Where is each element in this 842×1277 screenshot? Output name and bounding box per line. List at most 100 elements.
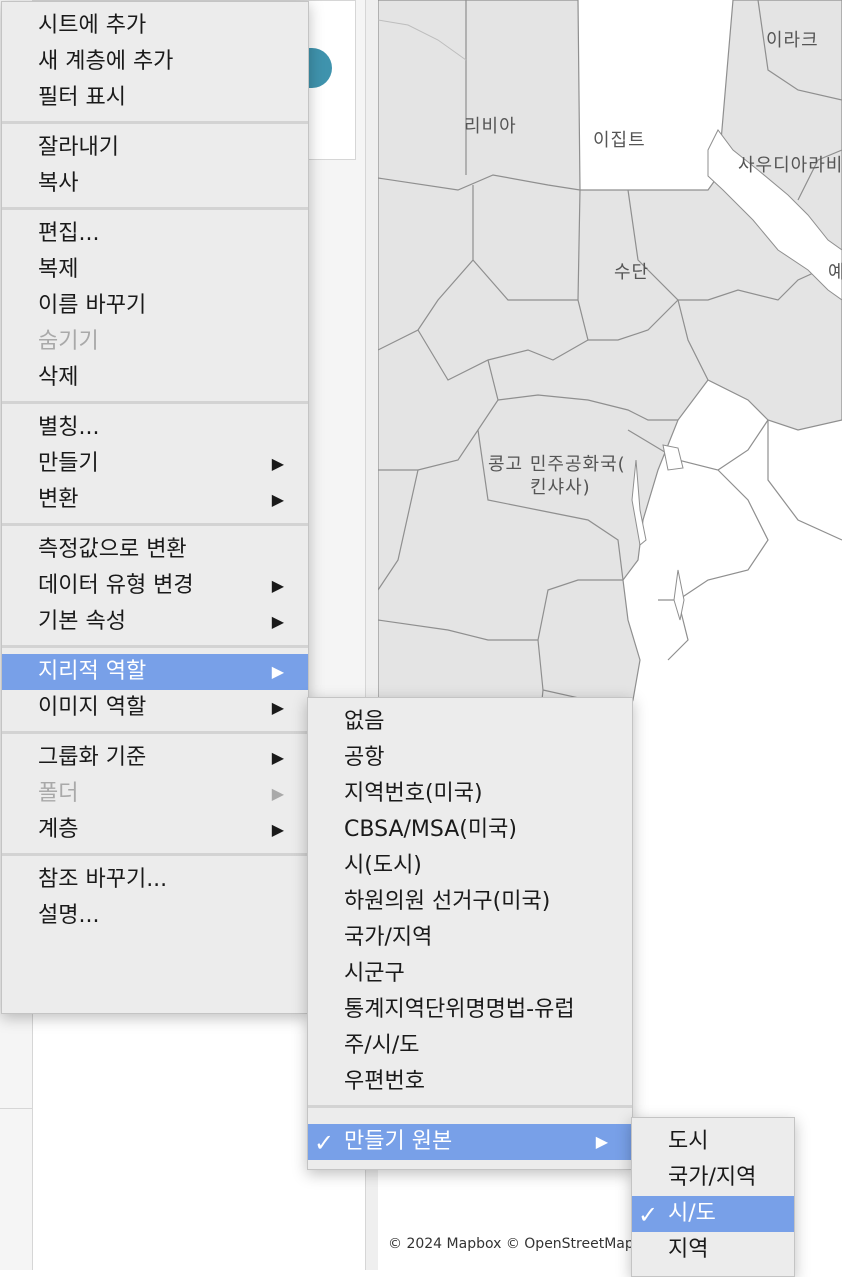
- context-menu: 시트에 추가새 계층에 추가필터 표시잘라내기복사편집... 복제이름 바꾸기숨기…: [1, 1, 309, 1014]
- menu-item-geo-0[interactable]: 없음: [308, 704, 632, 740]
- menu-item-label: 시트에 추가: [38, 13, 147, 38]
- menu-item-g7-0[interactable]: 참조 바꾸기...: [2, 862, 308, 898]
- menu-item-g5-0[interactable]: 지리적 역할 ▶: [2, 654, 308, 690]
- menu-item-g4-0[interactable]: 측정값으로 변환: [2, 532, 308, 568]
- menu-item-label: 공항: [344, 745, 385, 770]
- menu-item-label: 삭제: [38, 365, 79, 390]
- menu-item-label: 참조 바꾸기...: [38, 867, 168, 892]
- map-attribution[interactable]: © 2024 Mapbox © OpenStreetMap: [388, 1236, 634, 1252]
- menu-item-label: 기본 속성: [38, 609, 126, 634]
- menu-item-label: 설명...: [38, 903, 100, 928]
- menu-item-g2-1[interactable]: 복제: [2, 252, 308, 288]
- menu-item-label: 이름 바꾸기: [38, 293, 147, 318]
- checkmark-icon: ✓: [314, 1129, 335, 1157]
- menu-item-geo-7[interactable]: 시군구: [308, 956, 632, 992]
- menu-item-label: 주/시/도: [344, 1033, 420, 1058]
- menu-item-label: 복제: [38, 257, 79, 282]
- submenu-arrow-icon: ▶: [271, 454, 284, 473]
- menu-item-geo-5[interactable]: 하원의원 선거구(미국): [308, 884, 632, 920]
- menu-item-label: 필터 표시: [38, 85, 126, 110]
- menu-item-label: 데이터 유형 변경: [38, 573, 194, 598]
- menu-item-label: 별칭...: [38, 415, 100, 440]
- menu-item-geo-4[interactable]: 시(도시): [308, 848, 632, 884]
- menu-item-label: 복사: [38, 171, 79, 196]
- menu-item-g5-1[interactable]: 이미지 역할 ▶: [2, 690, 308, 726]
- submenu-arrow-icon: ▶: [271, 662, 284, 681]
- menu-item-g3-1[interactable]: 만들기 ▶: [2, 446, 308, 482]
- menu-item-g6-2[interactable]: 계층 ▶: [2, 812, 308, 848]
- menu-item-label: 숨기기: [38, 329, 99, 354]
- submenu-arrow-icon: ▶: [271, 748, 284, 767]
- menu-item-label: 없음: [344, 709, 385, 734]
- map-label-libya: 리비아: [464, 116, 517, 137]
- menu-item-g4-1[interactable]: 데이터 유형 변경 ▶: [2, 568, 308, 604]
- menu-item-label: 시(도시): [344, 853, 422, 878]
- map-label-saudi: 사우디아라비: [738, 155, 842, 176]
- menu-item-label: 하원의원 선거구(미국): [344, 889, 551, 914]
- menu-item-geo-10[interactable]: 우편번호: [308, 1064, 632, 1100]
- menu-separator: [308, 1100, 632, 1124]
- menu-item-created-3[interactable]: 지역: [632, 1232, 794, 1268]
- menu-item-label: 우편번호: [344, 1069, 425, 1094]
- lake-malawi: [673, 569, 685, 621]
- menu-item-g0-0[interactable]: 시트에 추가: [2, 8, 308, 44]
- menu-item-label: 지역: [668, 1237, 709, 1262]
- menu-separator: [2, 640, 308, 654]
- menu-item-created-from[interactable]: ✓ 만들기 원본 ▶: [308, 1124, 632, 1160]
- menu-separator: [2, 116, 308, 130]
- menu-item-geo-2[interactable]: 지역번호(미국): [308, 776, 632, 812]
- menu-separator: [2, 396, 308, 410]
- menu-item-g0-2[interactable]: 필터 표시: [2, 80, 308, 116]
- created-from-submenu: 도시국가/지역 ✓ 시/도지역: [631, 1117, 795, 1277]
- submenu-arrow-icon: ▶: [271, 490, 284, 509]
- menu-item-geo-3[interactable]: CBSA/MSA(미국): [308, 812, 632, 848]
- menu-item-geo-1[interactable]: 공항: [308, 740, 632, 776]
- menu-item-g1-0[interactable]: 잘라내기: [2, 130, 308, 166]
- menu-item-g2-3: 숨기기: [2, 324, 308, 360]
- menu-item-label: 만들기: [38, 451, 99, 476]
- menu-item-g7-1[interactable]: 설명...: [2, 898, 308, 934]
- menu-item-label: 지리적 역할: [38, 659, 147, 684]
- menu-item-created-0[interactable]: 도시: [632, 1124, 794, 1160]
- map-label-sudan: 수단: [614, 262, 650, 283]
- submenu-arrow-icon: ▶: [271, 576, 284, 595]
- menu-item-label: 만들기 원본: [344, 1129, 453, 1154]
- menu-item-label: 계층: [38, 817, 79, 842]
- menu-item-created-1[interactable]: 국가/지역: [632, 1160, 794, 1196]
- geographic-role-submenu: 없음공항지역번호(미국) CBSA/MSA(미국) 시(도시) 하원의원 선거구(미국…: [307, 697, 633, 1170]
- submenu-arrow-icon: ▶: [271, 698, 284, 717]
- lake-victoria: [662, 444, 684, 471]
- checkmark-icon: ✓: [638, 1201, 659, 1229]
- menu-item-g4-2[interactable]: 기본 속성 ▶: [2, 604, 308, 640]
- menu-item-geo-9[interactable]: 주/시/도: [308, 1028, 632, 1064]
- menu-item-g2-0[interactable]: 편집...: [2, 216, 308, 252]
- menu-item-label: 국가/지역: [668, 1165, 757, 1190]
- menu-item-g6-1: 폴더 ▶: [2, 776, 308, 812]
- menu-item-g3-2[interactable]: 변환 ▶: [2, 482, 308, 518]
- menu-item-label: 지역번호(미국): [344, 781, 483, 806]
- submenu-arrow-icon: ▶: [271, 784, 284, 803]
- menu-separator: [2, 848, 308, 862]
- menu-item-g2-2[interactable]: 이름 바꾸기: [2, 288, 308, 324]
- menu-item-label: 변환: [38, 487, 79, 512]
- menu-item-label: 도시: [668, 1129, 709, 1154]
- divider-line: [0, 1108, 32, 1109]
- menu-item-g0-1[interactable]: 새 계층에 추가: [2, 44, 308, 80]
- menu-item-g1-1[interactable]: 복사: [2, 166, 308, 202]
- map-label-egypt: 이집트: [593, 130, 646, 151]
- menu-item-geo-8[interactable]: 통계지역단위명명법-유럽: [308, 992, 632, 1028]
- menu-item-label: 편집...: [38, 221, 100, 246]
- menu-item-g3-0[interactable]: 별칭...: [2, 410, 308, 446]
- menu-item-label: 잘라내기: [38, 135, 119, 160]
- menu-item-g2-4[interactable]: 삭제: [2, 360, 308, 396]
- menu-item-label: CBSA/MSA(미국): [344, 817, 517, 842]
- map-label-drc-2: 킨샤사): [530, 477, 591, 498]
- menu-item-label: 폴더: [38, 781, 79, 806]
- menu-item-label: 측정값으로 변환: [38, 537, 187, 562]
- menu-item-g6-0[interactable]: 그룹화 기준 ▶: [2, 740, 308, 776]
- menu-separator: [2, 202, 308, 216]
- menu-separator: [2, 726, 308, 740]
- menu-item-geo-6[interactable]: 국가/지역: [308, 920, 632, 956]
- menu-item-created-2[interactable]: ✓ 시/도: [632, 1196, 794, 1232]
- map-label-iraq: 이라크: [766, 30, 819, 51]
